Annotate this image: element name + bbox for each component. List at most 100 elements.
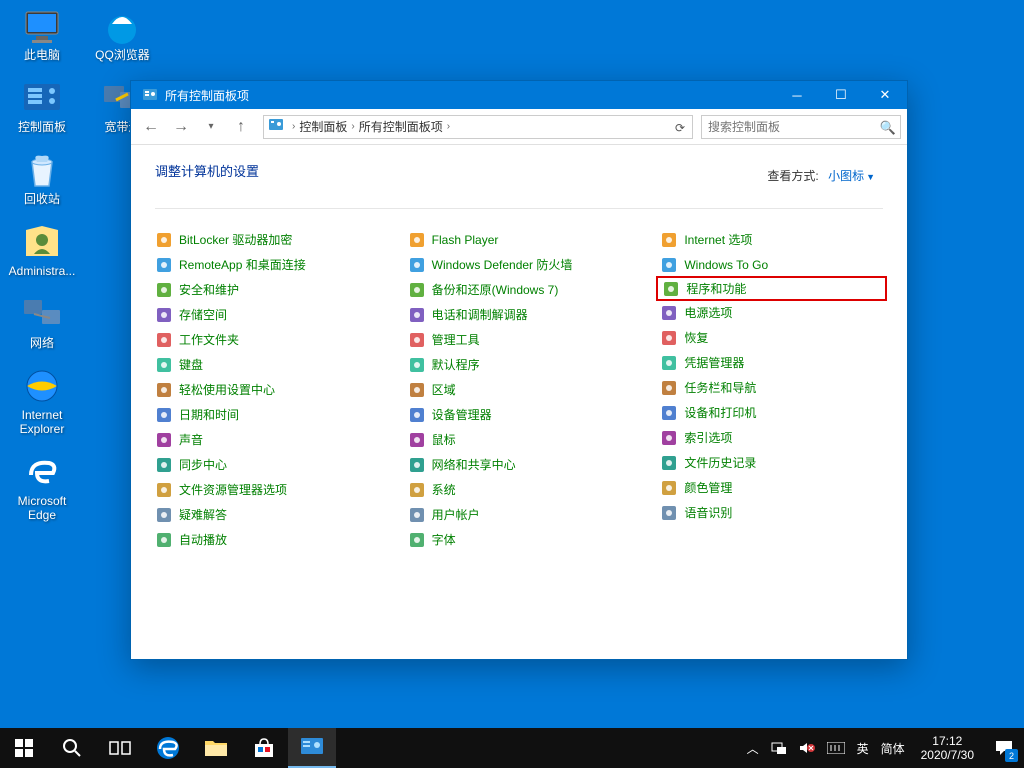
cp-item[interactable]: 电源选项 [660,300,883,325]
maximize-button[interactable]: ☐ [819,81,863,109]
back-button[interactable]: ← [137,113,165,141]
cp-item-label: 任务栏和导航 [684,379,756,396]
cp-item-icon [408,406,426,424]
tray-volume-icon[interactable] [793,728,821,768]
cp-item[interactable]: 同步中心 [155,452,378,477]
cp-item[interactable]: 恢复 [660,325,883,350]
cp-item-label: 颜色管理 [684,479,732,496]
cp-item[interactable]: 字体 [408,527,631,552]
divider [155,208,883,209]
cp-item[interactable]: RemoteApp 和桌面连接 [155,252,378,277]
cp-item[interactable]: 默认程序 [408,352,631,377]
desktop-icon-ie[interactable]: Internet Explorer [6,366,78,436]
taskbar-search[interactable] [48,728,96,768]
tray-overflow[interactable]: ︿ [741,728,765,768]
cp-item[interactable]: BitLocker 驱动器加密 [155,227,378,252]
tray-ime-lang[interactable]: 英 [851,728,875,768]
cp-item[interactable]: 声音 [155,427,378,452]
taskbar-explorer[interactable] [192,728,240,768]
tray-network-icon[interactable] [765,728,793,768]
cp-item-label: Windows To Go [684,258,768,272]
cp-item[interactable]: 设备管理器 [408,402,631,427]
cp-item[interactable]: 设备和打印机 [660,400,883,425]
start-button[interactable] [0,728,48,768]
taskbar-store[interactable] [240,728,288,768]
cp-item[interactable]: 轻松使用设置中心 [155,377,378,402]
view-by-link[interactable]: 小图标▼ [828,169,875,183]
desktop-icon-network[interactable]: 网络 [6,294,78,350]
address-bar[interactable]: › 控制面板 › 所有控制面板项 › ⟳ [263,115,693,139]
cp-item-icon [155,256,173,274]
cp-item[interactable]: 索引选项 [660,425,883,450]
cp-item-label: 凭据管理器 [684,354,744,371]
up-button[interactable]: ↑ [227,113,255,141]
cp-item[interactable]: 颜色管理 [660,475,883,500]
action-center[interactable]: 2 [984,728,1024,768]
cp-item-label: 轻松使用设置中心 [179,381,275,398]
cp-item-icon [408,506,426,524]
cp-item-label: 区域 [432,381,456,398]
cp-item[interactable]: Flash Player [408,227,631,252]
cp-item-label: 自动播放 [179,531,227,548]
cp-item[interactable]: 日期和时间 [155,402,378,427]
minimize-button[interactable]: ─ [775,81,819,109]
desktop-icon-edge[interactable]: Microsoft Edge [6,452,78,522]
chevron-down-icon: ▼ [866,172,875,182]
cp-item[interactable]: 安全和维护 [155,277,378,302]
cp-item[interactable]: 区域 [408,377,631,402]
cp-item[interactable]: Windows Defender 防火墙 [408,252,631,277]
recent-dropdown[interactable]: ▾ [197,113,225,141]
cp-item-label: 用户帐户 [432,506,480,523]
taskbar-edge-legacy[interactable] [144,728,192,768]
desktop-icon-administrator[interactable]: Administra... [6,222,78,278]
taskbar-taskview[interactable] [96,728,144,768]
tray-clock[interactable]: 17:12 2020/7/30 [911,734,984,762]
close-button[interactable]: ✕ [863,81,907,109]
cp-item-icon [408,481,426,499]
cp-item[interactable]: 疑难解答 [155,502,378,527]
cp-item-icon [408,531,426,549]
search-box[interactable]: 🔍 [701,115,901,139]
cp-item[interactable]: 网络和共享中心 [408,452,631,477]
cp-item[interactable]: 系统 [408,477,631,502]
refresh-button[interactable]: ⟳ [670,118,690,138]
desktop-icon-this-pc[interactable]: 此电脑 [6,6,78,62]
cp-item[interactable]: 凭据管理器 [660,350,883,375]
cp-item[interactable]: 任务栏和导航 [660,375,883,400]
cp-item[interactable]: Internet 选项 [660,227,883,252]
forward-button[interactable]: → [167,113,195,141]
cp-item[interactable]: 语音识别 [660,500,883,525]
cp-item[interactable]: 用户帐户 [408,502,631,527]
search-input[interactable] [702,116,900,138]
desktop-icon-control-panel[interactable]: 控制面板 [6,78,78,134]
cp-item[interactable]: 文件资源管理器选项 [155,477,378,502]
cp-item[interactable]: Windows To Go [660,252,883,277]
cp-item-label: 键盘 [179,356,203,373]
cp-item-icon [155,356,173,374]
desktop-icon-qq-browser[interactable]: QQ浏览器 [86,6,158,62]
cp-item[interactable]: 工作文件夹 [155,327,378,352]
cp-item[interactable]: 自动播放 [155,527,378,552]
desktop-icon-recycle-bin[interactable]: 回收站 [6,150,78,206]
cp-item-label: 日期和时间 [179,406,239,423]
cp-item-icon [408,281,426,299]
cp-item[interactable]: 键盘 [155,352,378,377]
breadcrumb-current[interactable]: 所有控制面板项 [355,118,447,135]
cp-item-label: 存储空间 [179,306,227,323]
cp-item-icon [155,481,173,499]
cp-item[interactable]: 程序和功能 [656,276,887,301]
cp-item[interactable]: 存储空间 [155,302,378,327]
search-icon[interactable]: 🔍 [880,120,896,136]
tray-ime-keyboard-icon[interactable] [821,728,851,768]
tray-ime-mode[interactable]: 简体 [875,728,911,768]
cp-item[interactable]: 备份和还原(Windows 7) [408,277,631,302]
breadcrumb-root[interactable]: 控制面板 [295,118,351,135]
cp-item-icon [660,304,678,322]
titlebar[interactable]: 所有控制面板项 ─ ☐ ✕ [131,81,907,109]
cp-item-icon [660,256,678,274]
taskbar-control-panel[interactable] [288,728,336,768]
cp-item[interactable]: 鼠标 [408,427,631,452]
cp-item[interactable]: 管理工具 [408,327,631,352]
cp-item[interactable]: 电话和调制解调器 [408,302,631,327]
cp-item[interactable]: 文件历史记录 [660,450,883,475]
